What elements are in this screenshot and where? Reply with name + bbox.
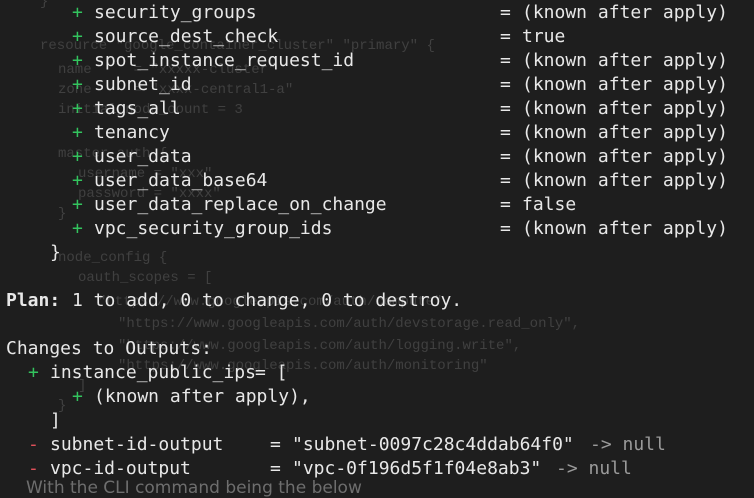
plus-icon: +	[72, 170, 83, 191]
equals-sign: =	[500, 194, 511, 215]
plus-icon: +	[72, 74, 83, 95]
plan-text: 1 to add, 0 to change, 0 to destroy.	[72, 290, 463, 311]
attr-value: true	[522, 26, 566, 47]
plus-icon: +	[72, 218, 83, 239]
attr-name: security_groups	[94, 2, 257, 23]
plus-icon: +	[72, 2, 83, 23]
equals-sign: =	[500, 122, 511, 143]
attr-value: (known after apply)	[522, 98, 728, 119]
output-name: instance_public_ips	[50, 362, 256, 383]
plus-icon: +	[72, 98, 83, 119]
attr-name: tenancy	[94, 122, 170, 143]
outputs-header: Changes to Outputs:	[6, 338, 212, 359]
attr-name: subnet_id	[94, 74, 192, 95]
closing-bracket: ]	[50, 410, 61, 431]
equals-sign: =	[500, 98, 511, 119]
attr-value: (known after apply)	[522, 50, 728, 71]
plan-label: Plan:	[6, 290, 61, 311]
equals-sign: =	[500, 218, 511, 239]
attr-name: source_dest_check	[94, 26, 279, 47]
output-value: "subnet-0097c28c4ddab64f0"	[292, 434, 574, 455]
equals-sign: =	[500, 50, 511, 71]
null-arrow: -> null	[590, 434, 666, 455]
equals-sign: =	[500, 2, 511, 23]
attr-value: (known after apply)	[522, 2, 728, 23]
attr-name: user_data	[94, 146, 192, 167]
attr-value: (known after apply)	[522, 74, 728, 95]
closing-brace: }	[50, 242, 61, 263]
equals-sign: =	[500, 74, 511, 95]
equals-sign: =	[500, 170, 511, 191]
plus-icon: +	[72, 386, 83, 407]
attr-name: user_data_base64	[94, 170, 268, 191]
equals-sign: =	[500, 26, 511, 47]
equals-sign: =	[500, 146, 511, 167]
plus-icon: +	[72, 122, 83, 143]
minus-icon: -	[28, 434, 39, 455]
attr-value: false	[522, 194, 577, 215]
attr-value: (known after apply)	[522, 218, 728, 239]
plus-icon: +	[72, 26, 83, 47]
attr-name: vpc_security_group_ids	[94, 218, 333, 239]
null-arrow: -> null	[556, 458, 632, 479]
attr-value: (known after apply)	[522, 122, 728, 143]
attr-name: spot_instance_request_id	[94, 50, 355, 71]
output-name: subnet-id-output	[50, 434, 224, 455]
plus-icon: +	[72, 146, 83, 167]
plus-icon: +	[72, 194, 83, 215]
equals-sign: =	[270, 434, 281, 455]
output-value: = [	[255, 362, 288, 383]
output-item-value: (known after apply),	[94, 386, 311, 407]
plus-icon: +	[28, 362, 39, 383]
attr-name: user_data_replace_on_change	[94, 194, 387, 215]
terminal-output: + security_groups = (known after apply) + so…	[0, 0, 754, 496]
attr-value: (known after apply)	[522, 170, 728, 191]
attr-name: tags_all	[94, 98, 181, 119]
caption-text: With the CLI command being the below	[26, 478, 362, 498]
attr-value: (known after apply)	[522, 146, 728, 167]
plus-icon: +	[72, 50, 83, 71]
